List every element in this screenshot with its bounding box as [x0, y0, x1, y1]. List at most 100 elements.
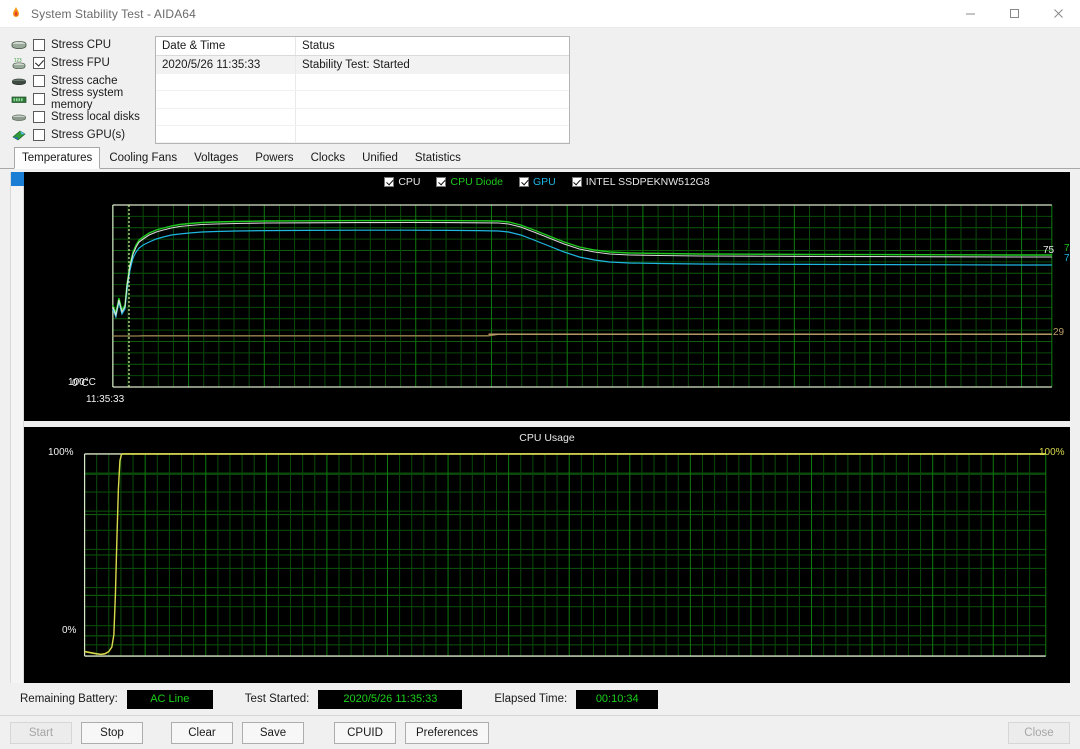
log-col-datetime: Date & Time: [156, 37, 296, 55]
stress-fpu-label: Stress FPU: [51, 57, 110, 69]
temp-value-gpu: 72: [1064, 253, 1070, 264]
log-table-header: Date & Time Status: [156, 37, 569, 56]
legend-item-cpu[interactable]: CPU: [384, 176, 420, 188]
log-cell-status: [296, 126, 569, 142]
stress-option-cpu[interactable]: Stress CPU: [10, 36, 150, 54]
elapsed-time-label: Elapsed Time:: [494, 693, 568, 705]
stress-gpu-checkbox[interactable]: [33, 129, 45, 141]
legend-item-ssd[interactable]: INTEL SSDPEKNW512G8: [571, 176, 710, 188]
legend-item-gpu[interactable]: GPU: [519, 176, 556, 188]
stress-cache-checkbox[interactable]: [33, 75, 45, 87]
fpu-icon: 123: [10, 56, 28, 70]
log-cell-datetime: [156, 125, 296, 142]
table-row[interactable]: 2020/5/26 11:35:33 Stability Test: Start…: [156, 56, 569, 74]
tab-voltages[interactable]: Voltages: [186, 147, 246, 169]
scrollbar-thumb[interactable]: [11, 172, 25, 186]
log-cell-datetime: 2020/5/26 11:35:33: [156, 56, 296, 73]
temp-value-ssd: 29: [1053, 327, 1065, 338]
legend-label-cpu-diode: CPU Diode: [450, 176, 504, 188]
battery-label: Remaining Battery:: [20, 693, 118, 705]
legend-checkbox-cpu-diode[interactable]: [436, 177, 447, 187]
legend-label-gpu: GPU: [533, 176, 556, 188]
legend-item-cpu-diode[interactable]: CPU Diode: [436, 176, 503, 188]
clear-button[interactable]: Clear: [171, 721, 233, 744]
stress-cpu-label: Stress CPU: [51, 39, 112, 51]
log-cell-status: Stability Test: Started: [302, 59, 410, 71]
cpuid-button[interactable]: CPUID: [334, 721, 396, 744]
tab-clocks[interactable]: Clocks: [303, 147, 354, 169]
stress-option-disks[interactable]: Stress local disks: [10, 108, 150, 126]
legend-checkbox-cpu[interactable]: [384, 177, 395, 187]
test-started-value: 2020/5/26 11:35:33: [318, 689, 463, 709]
cpu-usage-plot: [83, 453, 1047, 657]
tab-cooling-fans[interactable]: Cooling Fans: [101, 147, 185, 169]
stress-fpu-checkbox[interactable]: [33, 57, 45, 69]
tab-temperatures[interactable]: Temperatures: [14, 147, 101, 169]
log-cell-status: [296, 109, 569, 125]
stress-option-gpu[interactable]: Stress GPU(s): [10, 126, 150, 144]
gpu-icon: [10, 128, 28, 142]
battery-value: AC Line: [126, 689, 213, 709]
window-controls: [948, 0, 1080, 28]
log-cell-status: [296, 91, 569, 107]
charts-stack: CPU CPU Diode GPU INTEL SSDPEKNW512G8 10…: [24, 172, 1070, 683]
scrollbar-track[interactable]: [11, 172, 23, 683]
maximize-button[interactable]: [992, 0, 1036, 28]
legend-checkbox-ssd[interactable]: [571, 177, 582, 187]
table-row[interactable]: [156, 108, 569, 126]
temp-y-bottom-label: 0°C: [72, 378, 89, 389]
top-panel: Stress CPU 123 Stress FPU Stress cache S…: [0, 28, 1080, 148]
stress-option-fpu[interactable]: 123 Stress FPU: [10, 54, 150, 72]
table-row[interactable]: [156, 125, 569, 143]
vertical-scrollbar[interactable]: [10, 172, 25, 683]
temperature-chart-legend: CPU CPU Diode GPU INTEL SSDPEKNW512G8: [24, 176, 1070, 188]
temperature-chart: CPU CPU Diode GPU INTEL SSDPEKNW512G8 10…: [24, 172, 1070, 421]
stop-button[interactable]: Stop: [81, 721, 143, 744]
stress-options-list: Stress CPU 123 Stress FPU Stress cache S…: [0, 36, 150, 148]
legend-label-cpu: CPU: [398, 176, 421, 188]
save-button[interactable]: Save: [242, 721, 304, 744]
test-started-label: Test Started:: [244, 693, 310, 705]
close-window-button[interactable]: [1036, 0, 1080, 28]
log-cell-datetime: [156, 91, 296, 108]
stress-cpu-checkbox[interactable]: [33, 39, 45, 51]
aida64-flame-icon: [8, 6, 24, 22]
window-title: System Stability Test - AIDA64: [31, 6, 196, 21]
tab-unified[interactable]: Unified: [354, 147, 406, 169]
stress-memory-checkbox[interactable]: [33, 93, 45, 105]
stress-cache-label: Stress cache: [51, 75, 118, 87]
aida64-stability-window: System Stability Test - AIDA64 Stress CP…: [0, 0, 1080, 749]
log-cell-datetime: [156, 108, 296, 125]
tab-powers[interactable]: Powers: [247, 147, 301, 169]
start-button[interactable]: Start: [10, 721, 72, 744]
table-row[interactable]: [156, 91, 569, 109]
charts-area: CPU CPU Diode GPU INTEL SSDPEKNW512G8 10…: [0, 169, 1080, 683]
cpu-chart-title: CPU Usage: [519, 432, 575, 444]
legend-checkbox-gpu[interactable]: [519, 177, 530, 187]
temp-x-start-label: 11:35:33: [86, 394, 125, 405]
status-bar: Remaining Battery: AC Line Test Started:…: [0, 683, 1080, 715]
log-cell-datetime: [156, 74, 296, 91]
disk-icon: [10, 110, 28, 124]
log-cell-status: [296, 74, 569, 90]
temperature-plot: [112, 204, 1053, 388]
stress-disks-checkbox[interactable]: [33, 111, 45, 123]
log-col-status: Status: [302, 40, 335, 52]
cpu-usage-chart: CPU Usage 100% 0% 100%: [24, 427, 1070, 683]
cpu-icon: [10, 38, 28, 52]
close-button[interactable]: Close: [1008, 721, 1070, 744]
event-log-table[interactable]: Date & Time Status 2020/5/26 11:35:33 St…: [155, 36, 570, 144]
stress-option-memory[interactable]: Stress system memory: [10, 87, 150, 111]
stress-gpu-label: Stress GPU(s): [51, 129, 126, 141]
button-bar: Start Stop Clear Save CPUID Preferences …: [0, 715, 1080, 749]
table-row[interactable]: [156, 74, 569, 92]
svg-text:123: 123: [14, 58, 22, 63]
legend-label-ssd: INTEL SSDPEKNW512G8: [585, 176, 710, 188]
memory-icon: [10, 92, 28, 106]
tab-strip: Temperatures Cooling Fans Voltages Power…: [0, 147, 1080, 169]
titlebar: System Stability Test - AIDA64: [0, 0, 1080, 28]
temp-value-cpu: 75: [1043, 245, 1055, 256]
preferences-button[interactable]: Preferences: [405, 721, 490, 744]
minimize-button[interactable]: [948, 0, 992, 28]
tab-statistics[interactable]: Statistics: [407, 147, 469, 169]
